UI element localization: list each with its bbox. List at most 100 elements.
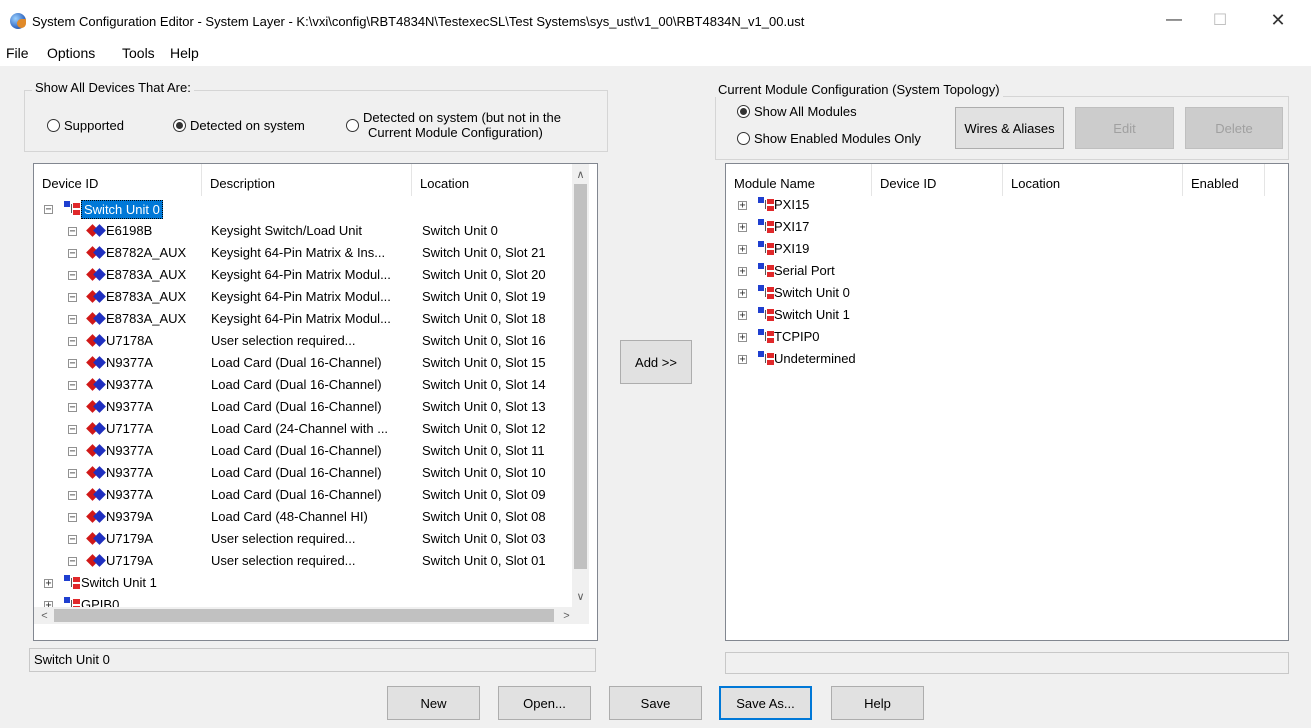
menu-tools[interactable]: Tools <box>122 45 155 61</box>
wires-aliases-button[interactable]: Wires & Aliases <box>955 107 1064 149</box>
module-row[interactable]: + TCPIP0 <box>726 326 1266 348</box>
device-row[interactable]: − E8782A_AUX Keysight 64-Pin Matrix & Ins.… <box>34 242 572 264</box>
device-row[interactable]: + Switch Unit 1 <box>34 572 572 594</box>
collapse-icon[interactable]: − <box>68 447 77 457</box>
expand-icon[interactable]: + <box>44 579 53 589</box>
collapse-icon[interactable]: − <box>68 293 77 303</box>
help-button[interactable]: Help <box>831 686 924 720</box>
collapse-icon[interactable]: − <box>44 205 53 215</box>
device-row[interactable]: − N9377A Load Card (Dual 16-Channel) Switch… <box>34 484 572 506</box>
radio-detected[interactable]: Detected on system <box>173 118 305 133</box>
collapse-icon[interactable]: − <box>68 491 77 501</box>
save-button[interactable]: Save <box>609 686 702 720</box>
module-name-cell: Switch Unit 0 <box>774 285 850 300</box>
device-id-cell: N9377A <box>106 399 153 414</box>
col-module-name[interactable]: Module Name <box>726 164 872 196</box>
device-row[interactable]: − U7178A User selection required... Switch … <box>34 330 572 352</box>
expand-icon[interactable]: + <box>738 245 747 255</box>
menu-bar: File Options Tools Help <box>0 40 1311 66</box>
device-row[interactable]: − N9377A Load Card (Dual 16-Channel) Switch… <box>34 352 572 374</box>
collapse-icon[interactable]: − <box>68 425 77 435</box>
device-card-icon <box>86 268 106 281</box>
collapse-icon[interactable]: − <box>68 557 77 567</box>
open-button[interactable]: Open... <box>498 686 591 720</box>
maximize-button[interactable]: ☐ <box>1197 0 1243 40</box>
expand-icon[interactable]: + <box>738 289 747 299</box>
description-cell: Load Card (Dual 16-Channel) <box>211 487 382 502</box>
radio-not-in-config-label: Detected on system (but not in the Curre… <box>363 110 561 140</box>
scroll-left-arrow[interactable]: < <box>36 607 53 624</box>
device-row[interactable]: − U7177A Load Card (24-Channel with ... Swi… <box>34 418 572 440</box>
device-row[interactable]: − N9377A Load Card (Dual 16-Channel) Switch… <box>34 462 572 484</box>
device-row[interactable]: − N9377A Load Card (Dual 16-Channel) Switch… <box>34 396 572 418</box>
menu-help[interactable]: Help <box>170 45 199 61</box>
module-row[interactable]: + PXI15 <box>726 194 1266 216</box>
module-row[interactable]: + Switch Unit 1 <box>726 304 1266 326</box>
col-module-location[interactable]: Location <box>1003 164 1183 196</box>
device-row[interactable]: − E6198B Keysight Switch/Load Unit Switch U… <box>34 220 572 242</box>
new-button[interactable]: New <box>387 686 480 720</box>
device-row[interactable]: − E8783A_AUX Keysight 64-Pin Matrix Modul.… <box>34 308 572 330</box>
device-id-cell: E6198B <box>106 223 153 238</box>
close-button[interactable]: ✕ <box>1255 0 1301 40</box>
collapse-icon[interactable]: − <box>68 469 77 479</box>
collapse-icon[interactable]: − <box>68 227 77 237</box>
device-row[interactable]: − N9379A Load Card (48-Channel HI) Switch U… <box>34 506 572 528</box>
minimize-button[interactable]: — <box>1151 0 1197 40</box>
expand-icon[interactable]: + <box>738 333 747 343</box>
module-row[interactable]: + PXI17 <box>726 216 1266 238</box>
device-tree-list[interactable]: Device ID Description Location − Switch U… <box>33 163 598 641</box>
module-row[interactable]: + Switch Unit 0 <box>726 282 1266 304</box>
collapse-icon[interactable]: − <box>68 403 77 413</box>
collapse-icon[interactable]: − <box>68 249 77 259</box>
module-row[interactable]: + Undetermined <box>726 348 1266 370</box>
menu-options[interactable]: Options <box>47 45 95 61</box>
expand-icon[interactable]: + <box>738 223 747 233</box>
device-list-hscroll-thumb[interactable] <box>54 609 554 622</box>
device-row[interactable]: − Switch Unit 0 <box>34 198 572 220</box>
col-enabled[interactable]: Enabled <box>1183 164 1265 196</box>
device-list-vscroll[interactable]: ∧ ∨ <box>572 164 589 607</box>
module-row[interactable]: + PXI19 <box>726 238 1266 260</box>
add-button[interactable]: Add >> <box>620 340 692 384</box>
device-row[interactable]: − U7179A User selection required... Switch … <box>34 550 572 572</box>
collapse-icon[interactable]: − <box>68 315 77 325</box>
module-tree-list[interactable]: Module Name Device ID Location Enabled +… <box>725 163 1289 641</box>
save-as-button[interactable]: Save As... <box>719 686 812 720</box>
scroll-down-arrow[interactable]: ∨ <box>572 588 589 605</box>
scroll-right-arrow[interactable]: > <box>558 607 575 624</box>
collapse-icon[interactable]: − <box>68 513 77 523</box>
collapse-icon[interactable]: − <box>68 535 77 545</box>
device-row[interactable]: − E8783A_AUX Keysight 64-Pin Matrix Modul.… <box>34 286 572 308</box>
radio-supported[interactable]: Supported <box>47 118 124 133</box>
radio-show-all-modules[interactable]: Show All Modules <box>737 104 857 119</box>
radio-show-enabled-only[interactable]: Show Enabled Modules Only <box>737 131 921 146</box>
col-location[interactable]: Location <box>412 164 572 196</box>
device-id-cell: E8782A_AUX <box>106 245 187 260</box>
menu-file[interactable]: File <box>6 45 29 61</box>
module-list-header: Module Name Device ID Location Enabled <box>726 164 1265 196</box>
device-row[interactable]: − N9377A Load Card (Dual 16-Channel) Switch… <box>34 374 572 396</box>
device-list-vscroll-thumb[interactable] <box>574 184 587 569</box>
collapse-icon[interactable]: − <box>68 381 77 391</box>
delete-button[interactable]: Delete <box>1185 107 1283 149</box>
radio-not-in-config[interactable]: Detected on system (but not in the Curre… <box>346 110 561 140</box>
expand-icon[interactable]: + <box>738 201 747 211</box>
collapse-icon[interactable]: − <box>68 271 77 281</box>
expand-icon[interactable]: + <box>738 311 747 321</box>
device-row[interactable]: − E8783A_AUX Keysight 64-Pin Matrix Modul.… <box>34 264 572 286</box>
scroll-up-arrow[interactable]: ∧ <box>572 166 589 183</box>
col-device-id[interactable]: Device ID <box>34 164 202 196</box>
col-module-device-id[interactable]: Device ID <box>872 164 1003 196</box>
device-list-hscroll[interactable]: < > <box>34 607 589 624</box>
module-row[interactable]: + Serial Port <box>726 260 1266 282</box>
network-node-icon <box>758 329 774 343</box>
device-row[interactable]: − N9377A Load Card (Dual 16-Channel) Switch… <box>34 440 572 462</box>
edit-button[interactable]: Edit <box>1075 107 1174 149</box>
expand-icon[interactable]: + <box>738 355 747 365</box>
device-row[interactable]: − U7179A User selection required... Switch … <box>34 528 572 550</box>
col-description[interactable]: Description <box>202 164 412 196</box>
expand-icon[interactable]: + <box>738 267 747 277</box>
collapse-icon[interactable]: − <box>68 337 77 347</box>
collapse-icon[interactable]: − <box>68 359 77 369</box>
